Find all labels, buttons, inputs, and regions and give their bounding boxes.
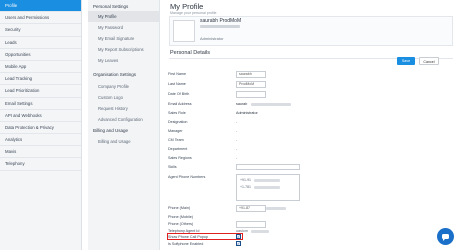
phone-main-input[interactable]: +91-87 [236,205,266,212]
dob-label: Date Of Birth [168,92,190,96]
sales-role-label: Sales Role [168,111,186,115]
nav-item-email-settings[interactable]: Email Settings [0,98,81,110]
agent-phone-numbers-textarea[interactable]: +91-91 +1-781 [236,174,300,201]
last-name-input[interactable]: ProdMoM [236,81,266,88]
billing-heading: Billing and Usage [93,128,129,133]
cancel-button[interactable]: Cancel [419,57,439,65]
first-name-input[interactable]: saurabh [236,71,266,78]
nav-item-mobile-app[interactable]: Mobile App [0,61,81,74]
save-button[interactable]: Save [397,57,415,65]
nav-item-security[interactable]: Security [0,24,81,37]
cm-team-value: - [236,138,238,142]
subnav-advanced-configuration[interactable]: Advanced Configuration [88,114,159,125]
manager-value: - [236,129,238,133]
nav-item-analytics[interactable]: Analytics [0,134,81,147]
email-value: saurab [236,102,248,106]
phone-others-label: Phone (Others) [168,222,194,226]
softphone-enabled-label: Is Softphone Enabled [168,242,204,246]
subnav-billing-usage[interactable]: Billing and Usage [88,136,159,147]
agent-phone-1: +91-91 [240,178,251,182]
email-label: Email Address [168,102,192,106]
cm-team-label: CM Team [168,138,184,142]
chat-icon[interactable] [437,228,454,245]
agent-phone-1-redacted [254,178,280,182]
subnav-company-profile[interactable]: Company Profile [88,81,159,92]
agent-phone-2-redacted [254,185,280,189]
nav-item-telephony[interactable]: Telephony [0,158,81,171]
page-title: My Profile [170,2,204,11]
subnav-email-signature[interactable]: My Email Signature [88,33,159,44]
agent-phone-numbers-label: Agent Phone Numbers [168,175,206,179]
skills-label: Skills [168,165,177,169]
telephony-agent-id-redacted [251,229,269,233]
show-phone-call-popup-label: Show Phone Call Popup [168,234,208,239]
phone-main-redacted [266,207,286,210]
sales-regions-value: - [236,156,238,160]
designation-value: - [236,120,238,124]
designation-label: Designation [168,120,188,124]
email-redacted [251,102,291,106]
subnav-custom-logo[interactable]: Custom Logo [88,92,159,103]
nav-item-lead-tracking[interactable]: Lead Tracking [0,73,81,86]
nav-item-opportunities[interactable]: Opportunities [0,49,81,61]
profile-role: Administrator [200,36,224,41]
department-value: - [236,147,238,151]
profile-name: saurabh ProdMoM [200,18,242,24]
agent-phone-2: +1-781 [240,185,251,189]
nav-item-lead-prioritization[interactable]: Lead Prioritization [0,85,81,98]
phone-mobile-label: Phone (Mobile) [168,215,194,219]
subnav-my-profile[interactable]: My Profile [88,11,159,22]
subnav-my-leaves[interactable]: My Leaves [88,55,159,66]
nav-item-data-protection[interactable]: Data Protection & Privacy [0,122,81,135]
personal-details-heading: Personal Details [170,50,211,56]
profile-email-redacted [200,25,240,28]
department-label: Department [168,147,188,151]
nav-item-leads[interactable]: Leads [0,37,81,49]
phone-main-label: Phone (Main) [168,206,191,210]
organisation-settings-heading: Organisation Settings [93,72,137,77]
subnav-report-subscriptions[interactable]: My Report Subscriptions [88,44,159,55]
skills-input[interactable] [236,164,300,170]
personal-settings-heading: Personal Settings [93,4,129,9]
nav-item-users[interactable]: Users and Permissions [0,12,81,25]
dob-input[interactable] [236,91,266,98]
phone-others-input[interactable] [236,221,266,228]
settings-nav: Profile Users and Permissions Security L… [0,0,82,250]
manager-label: Manager [168,129,183,133]
chat-bubble-icon [442,234,449,241]
first-name-label: First Name [168,72,187,76]
profile-subnav: Personal Settings My Profile My Password… [88,0,160,250]
subnav-request-history[interactable]: Request History [88,103,159,114]
subnav-my-password[interactable]: My Password [88,22,159,33]
avatar[interactable] [173,20,195,42]
softphone-enabled-checkbox[interactable]: ✓ [236,241,241,246]
nav-item-profile[interactable]: Profile [0,0,81,13]
main-content: My Profile Manage your personal profile … [163,0,463,250]
profile-card: saurabh ProdMoM Administrator [169,16,453,46]
last-name-label: Last Name [168,82,186,86]
sales-regions-label: Sales Regions [168,156,192,160]
show-phone-call-popup-checkbox[interactable]: ✓ [236,234,241,239]
nav-item-mavis[interactable]: Mavis [0,146,81,159]
page-subtitle: Manage your personal profile [170,11,217,15]
sales-role-value: Administrator [236,111,258,115]
nav-item-api-webhooks[interactable]: API and Webhooks [0,110,81,122]
